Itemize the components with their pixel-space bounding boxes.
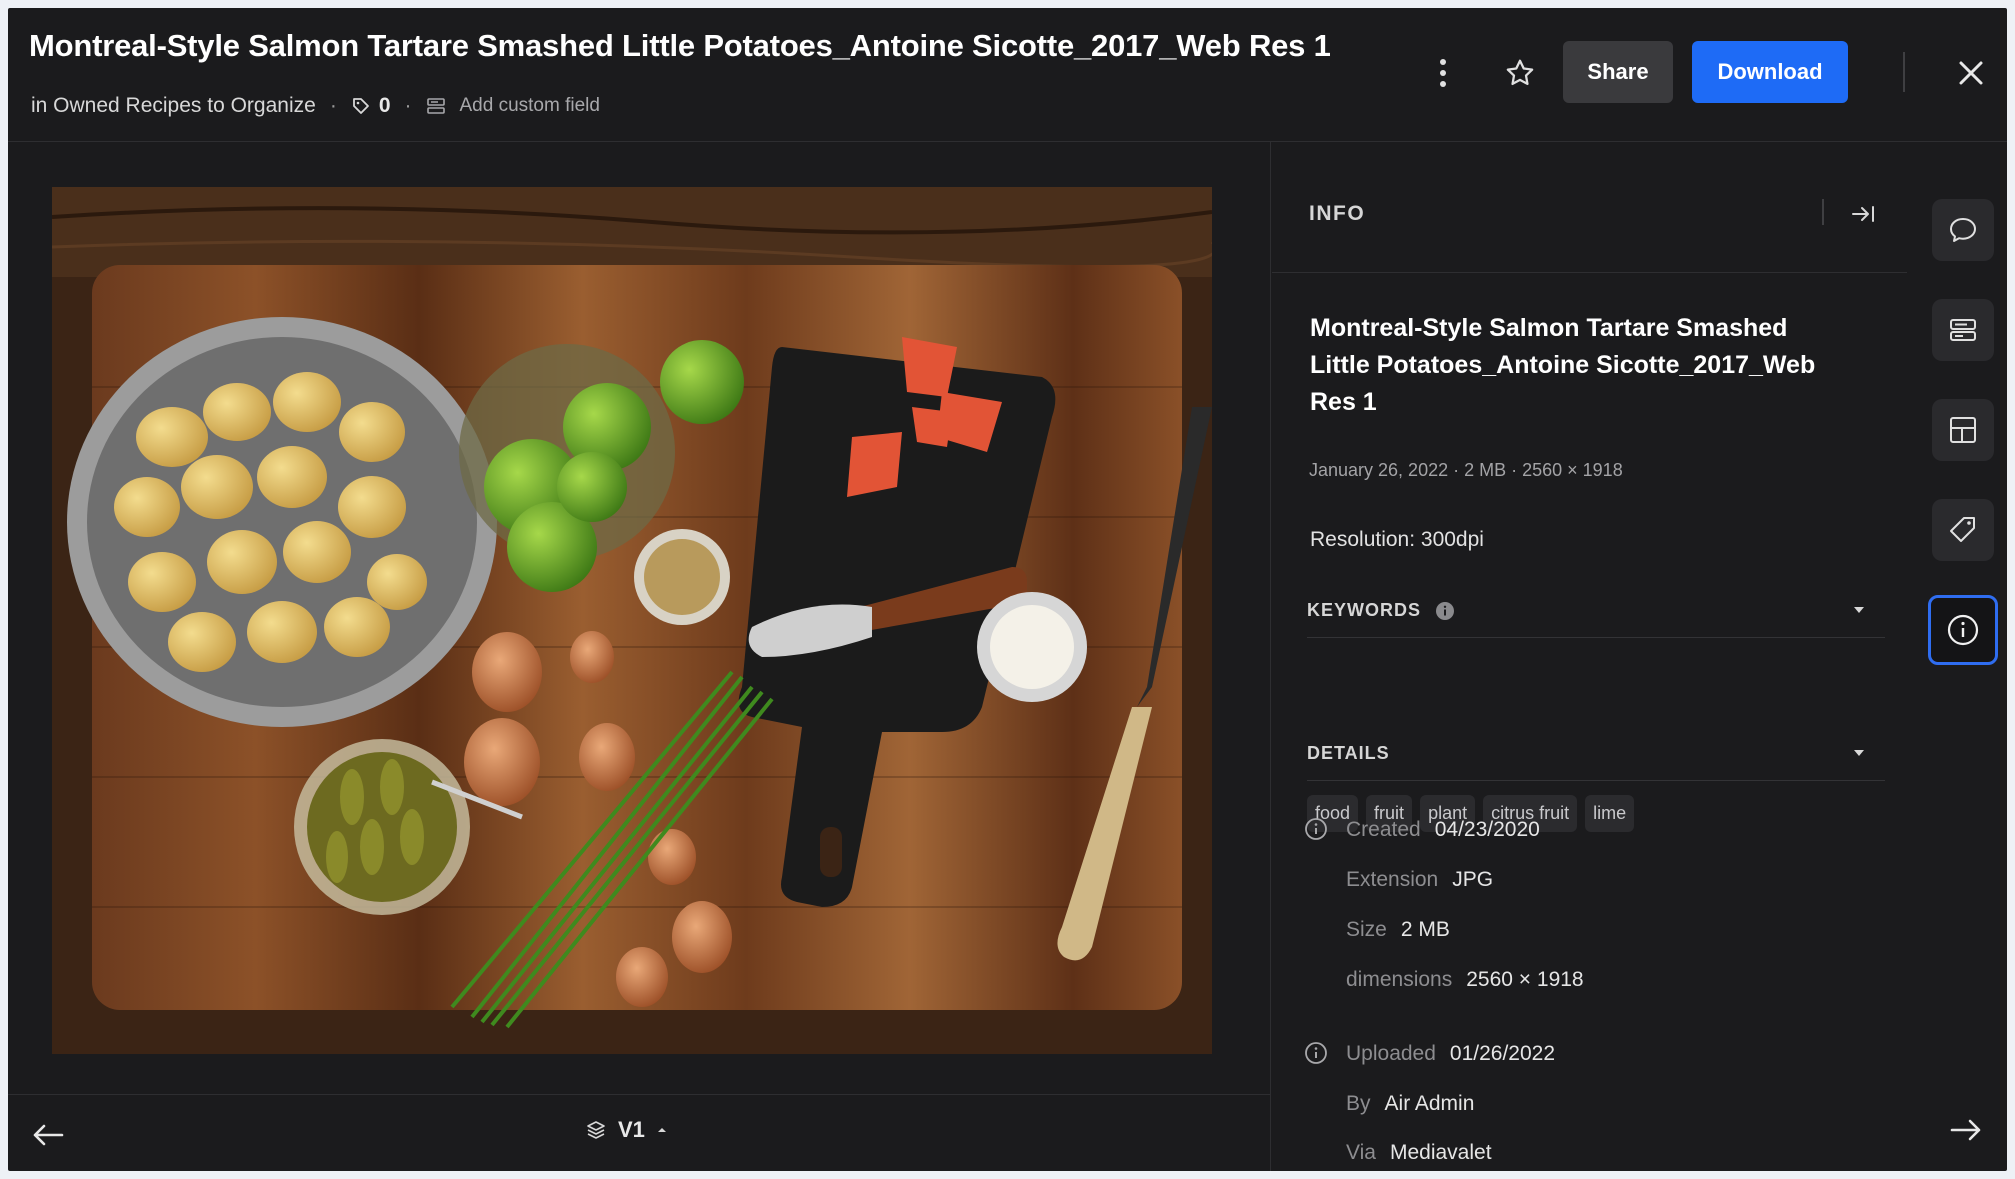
- chevron-down-icon: [1854, 607, 1864, 613]
- asset-modal: Montreal-Style Salmon Tartare Smashed Li…: [8, 8, 2007, 1171]
- favorite-star-icon[interactable]: [1503, 56, 1537, 90]
- asset-meta-row: in Owned Recipes to Organize · 0 · Add c…: [31, 94, 600, 118]
- version-selector[interactable]: V1: [586, 1117, 667, 1143]
- asset-summary-meta: January 26, 2022 · 2 MB · 2560 × 1918: [1309, 460, 1623, 480]
- custom-field-icon: [426, 98, 445, 114]
- tag-count-value: 0: [378, 94, 391, 117]
- download-button[interactable]: Download: [1692, 41, 1848, 103]
- keyword-chip[interactable]: lime: [1585, 795, 1635, 832]
- add-custom-field-label: Add custom field: [459, 95, 600, 116]
- custom-fields-icon: [1950, 319, 1976, 341]
- next-asset-arrow-icon[interactable]: [1950, 1118, 1982, 1147]
- asset-title[interactable]: Montreal-Style Salmon Tartare Smashed Li…: [1310, 310, 1850, 421]
- info-panel-header: INFO: [1272, 142, 1907, 273]
- layout-rail-button[interactable]: [1932, 399, 1994, 461]
- asset-title-header: Montreal-Style Salmon Tartare Smashed Li…: [29, 28, 1331, 63]
- detail-extension: Extension JPG: [1346, 868, 1494, 891]
- caret-up-icon: [657, 1128, 666, 1132]
- asset-preview-image[interactable]: [52, 187, 1212, 1054]
- comment-icon: [1950, 218, 1976, 242]
- created-info-icon[interactable]: [1304, 817, 1328, 841]
- collapse-panel-icon[interactable]: [1849, 200, 1877, 228]
- version-label: V1: [618, 1117, 645, 1142]
- keywords-label: KEYWORDS: [1307, 600, 1422, 620]
- info-rail-button[interactable]: [1928, 595, 1998, 665]
- tags-rail-button[interactable]: [1932, 499, 1994, 561]
- layers-icon: [587, 1121, 605, 1139]
- comments-rail-button[interactable]: [1932, 199, 1994, 261]
- tag-icon: [1950, 517, 1975, 542]
- info-panel: INFO Montreal-Style Salmon Tartare Smash…: [1272, 142, 1907, 1171]
- share-button[interactable]: Share: [1563, 41, 1673, 103]
- custom-fields-rail-button[interactable]: [1932, 299, 1994, 361]
- add-custom-field-button[interactable]: Add custom field: [426, 95, 600, 117]
- viewer-bottom-bar: V1: [8, 1094, 1271, 1171]
- chevron-down-icon: [1854, 750, 1864, 756]
- modal-header: Montreal-Style Salmon Tartare Smashed Li…: [8, 8, 2007, 142]
- image-viewer: V1: [8, 142, 1271, 1171]
- close-icon[interactable]: [1956, 58, 1986, 88]
- detail-created: Created 04/23/2020: [1346, 818, 1540, 841]
- uploaded-info-icon[interactable]: [1304, 1041, 1328, 1065]
- previous-asset-arrow-icon[interactable]: [30, 1117, 66, 1153]
- detail-uploaded-by: By Air Admin: [1346, 1092, 1475, 1115]
- tag-icon: [352, 98, 369, 114]
- keywords-section-header[interactable]: KEYWORDS: [1307, 596, 1885, 638]
- details-section-header[interactable]: DETAILS: [1307, 739, 1885, 781]
- info-circle-icon[interactable]: [1435, 601, 1455, 621]
- board-location-link[interactable]: in Owned Recipes to Organize: [31, 94, 316, 118]
- detail-dimensions: dimensions 2560 × 1918: [1346, 968, 1584, 991]
- side-tool-rail: [1928, 142, 2007, 1042]
- layout-icon: [1950, 417, 1976, 443]
- detail-uploaded: Uploaded 01/26/2022: [1346, 1042, 1556, 1065]
- details-label: DETAILS: [1307, 743, 1390, 763]
- info-heading: INFO: [1309, 202, 1366, 225]
- detail-uploaded-via: Via Mediavalet: [1346, 1141, 1492, 1164]
- info-icon: [1947, 614, 1979, 646]
- more-options-icon[interactable]: [1428, 58, 1458, 88]
- resolution-field: Resolution: 300dpi: [1310, 528, 1484, 551]
- tag-count[interactable]: 0: [351, 94, 391, 118]
- detail-size: Size 2 MB: [1346, 918, 1450, 941]
